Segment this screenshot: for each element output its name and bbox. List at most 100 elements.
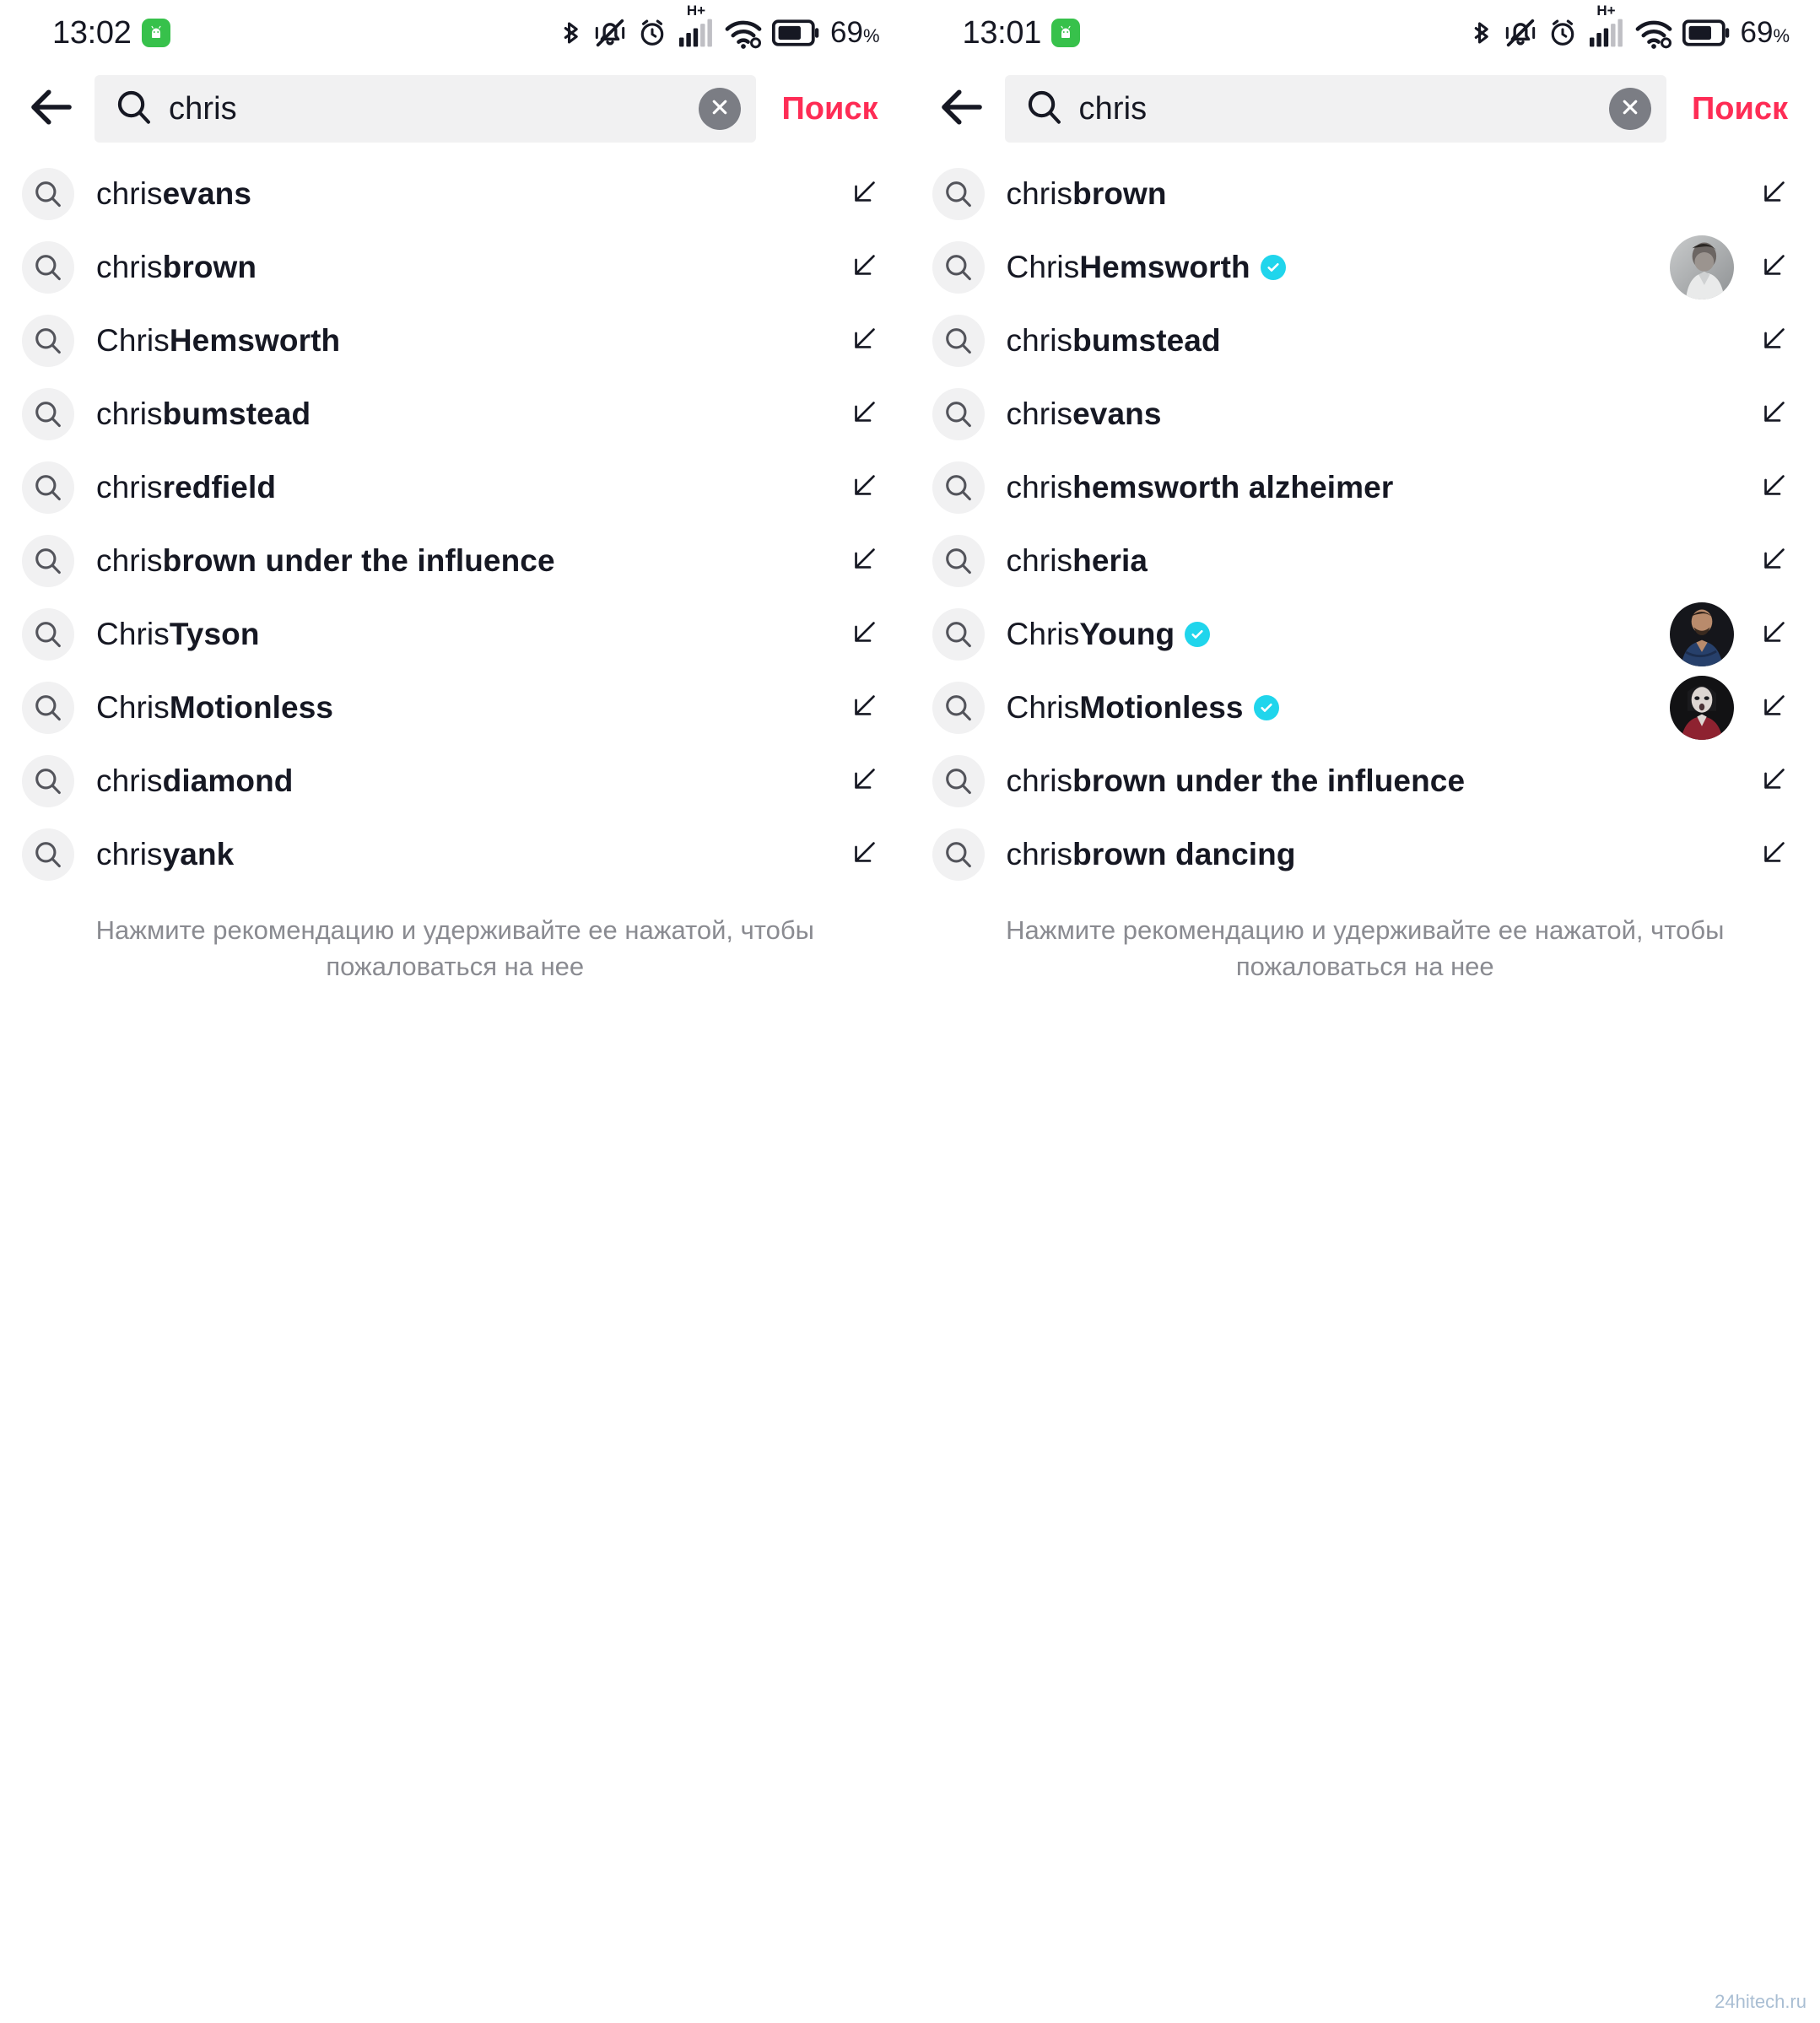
suggestion-label: chris evans: [1007, 397, 1162, 432]
arrow-up-left-icon: [1758, 396, 1790, 432]
suggestion-search-icon: [932, 240, 985, 294]
suggestion-row[interactable]: chris bumstead: [0, 377, 910, 450]
arrow-up-left-icon: [849, 249, 881, 285]
android-icon: [141, 19, 170, 47]
fill-query-button[interactable]: [1758, 838, 1791, 871]
arrow-up-left-icon: [849, 542, 881, 579]
suggestion-query-prefix: Chris: [1006, 689, 1080, 725]
suggestion-label: Chris Young: [1007, 617, 1211, 652]
suggestion-search-icon: [932, 754, 985, 807]
search-submit-button[interactable]: Поиск: [1682, 91, 1801, 127]
fill-query-button[interactable]: [848, 764, 882, 798]
mute-vibrate-icon: [593, 15, 627, 51]
suggestion-row[interactable]: Chris Young: [910, 597, 1820, 671]
fill-query-button[interactable]: [848, 544, 882, 578]
suggestion-query-prefix: Chris: [96, 322, 170, 358]
avatar: [1670, 675, 1734, 740]
suggestion-row[interactable]: chris evans: [0, 157, 910, 230]
suggestion-row[interactable]: chris hemsworth alzheimer: [910, 450, 1820, 524]
suggestion-query-prefix: Chris: [96, 616, 170, 651]
fill-query-button[interactable]: [1758, 544, 1791, 578]
fill-query-button[interactable]: [1758, 691, 1791, 725]
suggestion-row[interactable]: chris redfield: [0, 450, 910, 524]
suggestion-search-icon: [932, 387, 985, 440]
suggestion-row[interactable]: chris diamond: [0, 744, 910, 817]
arrow-up-left-icon: [1758, 249, 1790, 285]
suggestion-label: chris hemsworth alzheimer: [1007, 470, 1394, 505]
site-watermark: 24hitech.ru: [1715, 1991, 1806, 2012]
alarm-icon: [636, 15, 668, 51]
verified-badge-icon: [1253, 694, 1279, 720]
suggestion-row[interactable]: chris brown under the influence: [910, 744, 1820, 817]
suggestion-row[interactable]: chris brown: [910, 157, 1820, 230]
fill-query-button[interactable]: [1758, 764, 1791, 798]
search-submit-button[interactable]: Поиск: [771, 91, 891, 127]
search-input-value: chris: [1078, 90, 1148, 127]
suggestion-row[interactable]: Chris Motionless: [0, 671, 910, 744]
back-button[interactable]: [24, 81, 79, 137]
clear-search-button[interactable]: [699, 88, 742, 130]
fill-query-button[interactable]: [848, 397, 882, 431]
suggestion-query-prefix: chris: [1006, 396, 1073, 431]
signal-icon: [1588, 16, 1625, 50]
suggestion-completion: evans: [162, 175, 252, 211]
suggestion-completion: bumstead: [162, 396, 311, 431]
suggestion-search-icon: [932, 828, 985, 881]
close-icon: [707, 94, 732, 124]
back-button[interactable]: [934, 81, 990, 137]
fill-query-button[interactable]: [1758, 177, 1791, 211]
suggestion-query-prefix: Chris: [1006, 249, 1080, 284]
suggestion-row[interactable]: chris evans: [910, 377, 1820, 450]
fill-query-button[interactable]: [1758, 618, 1791, 651]
search-header: chris Поиск: [0, 66, 910, 152]
arrow-up-left-icon: [1758, 175, 1790, 212]
suggestion-row[interactable]: chris heria: [910, 524, 1820, 597]
battery-percent: 69%: [1740, 16, 1790, 49]
status-left: 13:01: [963, 15, 1081, 51]
search-header: chris Поиск: [910, 66, 1820, 152]
network-signal-group: H+: [678, 3, 715, 50]
arrow-up-left-icon: [849, 763, 881, 799]
fill-query-button[interactable]: [848, 471, 882, 504]
suggestion-label: chris yank: [96, 837, 234, 872]
suggestion-row[interactable]: chris yank: [0, 817, 910, 891]
fill-query-button[interactable]: [1758, 471, 1791, 504]
suggestion-search-icon: [932, 461, 985, 514]
suggestion-search-icon: [22, 681, 74, 734]
status-time: 13:01: [962, 14, 1042, 51]
suggestion-row[interactable]: chris bumstead: [910, 304, 1820, 377]
suggestion-row[interactable]: Chris Hemsworth: [0, 304, 910, 377]
search-input[interactable]: chris: [1004, 75, 1666, 143]
fill-query-button[interactable]: [1758, 324, 1791, 358]
suggestion-search-icon: [22, 387, 74, 440]
fill-query-button[interactable]: [848, 251, 882, 284]
suggestion-row[interactable]: Chris Motionless: [910, 671, 1820, 744]
suggestion-search-icon: [932, 534, 985, 587]
fill-query-button[interactable]: [848, 177, 882, 211]
suggestion-completion: Tyson: [169, 616, 260, 651]
fill-query-button[interactable]: [848, 324, 882, 358]
suggestion-search-icon: [932, 681, 985, 734]
suggestion-query-prefix: chris: [96, 249, 163, 284]
fill-query-button[interactable]: [848, 618, 882, 651]
suggestion-label: chris heria: [1007, 543, 1148, 579]
suggestion-row[interactable]: chris brown: [0, 230, 910, 304]
search-input[interactable]: chris: [95, 75, 757, 143]
fill-query-button[interactable]: [1758, 251, 1791, 284]
clear-search-button[interactable]: [1608, 88, 1651, 130]
suggestion-label: Chris Hemsworth: [1007, 250, 1286, 285]
suggestion-label: chris brown: [96, 250, 257, 285]
fill-query-button[interactable]: [848, 691, 882, 725]
suggestion-row[interactable]: chris brown under the influence: [0, 524, 910, 597]
suggestion-search-icon: [22, 314, 74, 367]
fill-query-button[interactable]: [1758, 397, 1791, 431]
signal-icon: [678, 16, 715, 50]
battery-icon: [772, 16, 819, 50]
suggestion-row[interactable]: Chris Tyson: [0, 597, 910, 671]
suggestion-row[interactable]: Chris Hemsworth: [910, 230, 1820, 304]
status-right: H+ 69%: [1469, 3, 1790, 51]
fill-query-button[interactable]: [848, 838, 882, 871]
suggestion-row[interactable]: chris brown dancing: [910, 817, 1820, 891]
suggestion-label: chris bumstead: [96, 397, 311, 432]
network-signal-group: H+: [1588, 3, 1625, 50]
